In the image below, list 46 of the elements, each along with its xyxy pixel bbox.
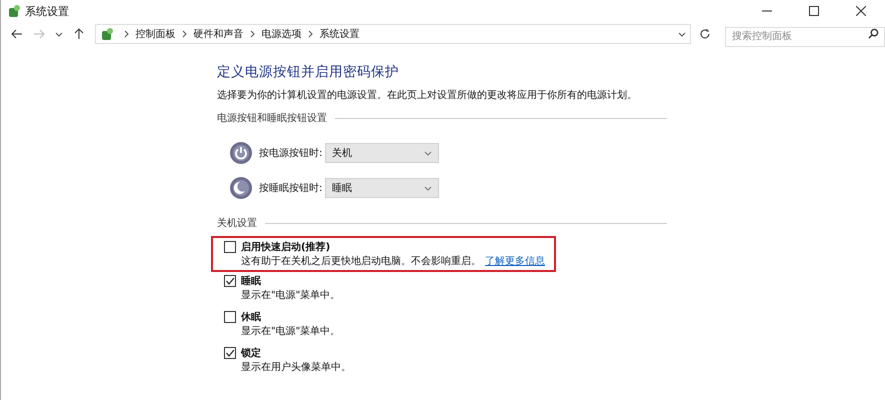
option-label: 睡眠 bbox=[241, 274, 261, 288]
breadcrumb[interactable]: 系统设置 bbox=[320, 27, 360, 41]
moon-icon bbox=[229, 176, 253, 200]
section-title: 关机设置 bbox=[217, 216, 257, 230]
section-title: 电源按钮和睡眠按钮设置 bbox=[217, 112, 327, 125]
chevron-icon bbox=[308, 30, 314, 38]
control-panel-icon bbox=[100, 27, 114, 41]
breadcrumb[interactable]: 控制面板 bbox=[136, 27, 176, 41]
caret-icon bbox=[424, 184, 432, 192]
caret-icon bbox=[424, 148, 432, 156]
checkbox[interactable] bbox=[224, 275, 236, 287]
power-icon bbox=[229, 140, 253, 164]
option-description: 这有助于在关机之后更快地启动电脑。不会影响重启。 bbox=[241, 256, 481, 267]
close-icon[interactable] bbox=[856, 6, 866, 16]
dropdown-icon[interactable] bbox=[54, 30, 63, 38]
action-dropdown[interactable]: 关机 bbox=[325, 142, 439, 162]
page-heading: 定义电源按钮并启用密码保护 bbox=[217, 63, 400, 81]
checkbox[interactable] bbox=[224, 241, 236, 253]
window-title: 系统设置 bbox=[25, 4, 69, 18]
page-description: 选择要为你的计算机设置的电源设置。在此页上对设置所做的更改将应用于你所有的电源计划。 bbox=[217, 88, 638, 102]
setting-label: 按电源按钮时: bbox=[259, 146, 324, 160]
option-label: 启用快速启动(推荐) bbox=[241, 240, 330, 254]
checkbox[interactable] bbox=[224, 347, 236, 359]
chevron-icon bbox=[124, 30, 130, 38]
checkbox[interactable] bbox=[224, 311, 236, 323]
action-dropdown[interactable]: 睡眠 bbox=[325, 178, 439, 198]
refresh-icon[interactable] bbox=[699, 28, 711, 40]
setting-label: 按睡眠按钮时: bbox=[259, 182, 324, 194]
learn-more-link[interactable]: 了解更多信息 bbox=[485, 256, 545, 267]
chevron-icon bbox=[250, 30, 256, 38]
dropdown-icon[interactable] bbox=[678, 30, 686, 38]
option-description: 显示在"电源"菜单中。 bbox=[241, 290, 340, 301]
option-description: 显示在"电源"菜单中。 bbox=[241, 326, 340, 337]
back-icon[interactable] bbox=[11, 28, 23, 40]
breadcrumb[interactable]: 硬件和声音 bbox=[194, 27, 244, 41]
breadcrumb[interactable]: 电源选项 bbox=[262, 27, 302, 41]
search-field[interactable]: 搜索控制面板 bbox=[724, 26, 885, 46]
up-icon[interactable] bbox=[72, 28, 85, 40]
option-label: 锁定 bbox=[241, 346, 261, 360]
option-description: 显示在用户头像菜单中。 bbox=[241, 362, 351, 373]
chevron-icon bbox=[182, 30, 188, 38]
option-label: 休眠 bbox=[241, 310, 261, 324]
address-bar[interactable]: 控制面板 硬件和声音 电源选项 系统设置 bbox=[94, 24, 692, 44]
control-panel-icon bbox=[7, 4, 21, 18]
search-icon[interactable] bbox=[868, 28, 879, 39]
maximize-icon[interactable] bbox=[809, 6, 819, 16]
